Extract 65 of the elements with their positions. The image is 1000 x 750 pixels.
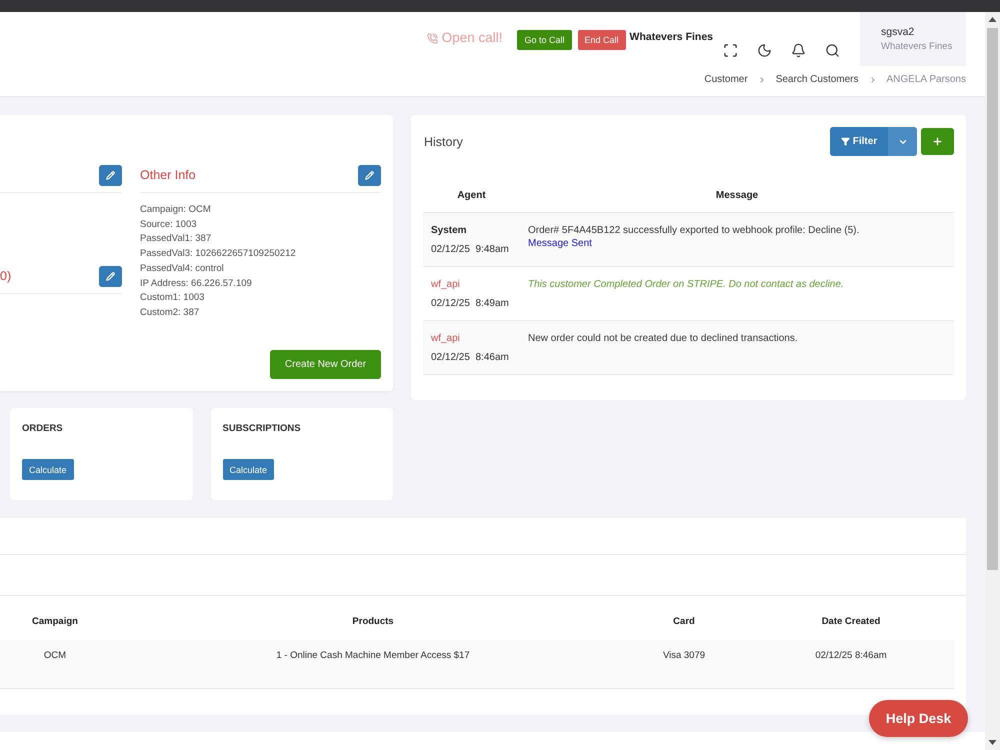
column-header: Campaign <box>31 616 79 628</box>
info-line: Custom2: 387 <box>140 306 200 320</box>
message-text: New order could not be created due to declined transactions. <box>528 332 798 345</box>
info-line: IP Address: 66.226.57.109 <box>140 276 253 291</box>
column-header: Message <box>714 190 760 201</box>
table-cell-text: 1 - Online Cash Machine Member Access $17 <box>275 650 471 663</box>
info-line: PassedVal4: control <box>140 262 225 276</box>
moon-icon[interactable] <box>757 43 772 58</box>
table-cell-text: OCM <box>42 650 68 663</box>
pencil-icon <box>106 171 115 180</box>
call-status-text: Open call! <box>442 31 502 45</box>
agent-name: System <box>431 224 468 237</box>
stat-title: ORDERS <box>22 423 63 434</box>
pencil-icon <box>106 272 115 281</box>
timestamp: 02/12/25 8:46am <box>431 351 510 364</box>
chevron-icon <box>758 76 766 84</box>
column-header: Products <box>351 616 395 628</box>
fullscreen-icon[interactable] <box>723 43 738 58</box>
timestamp: 02/12/25 8:49am <box>431 297 510 310</box>
section-title: Other Info <box>140 168 196 183</box>
add-button[interactable] <box>921 128 954 155</box>
plus-icon <box>932 136 943 147</box>
info-line: PassedVal1: 387 <box>140 232 212 246</box>
breadcrumb-item[interactable]: Search Customers <box>776 74 859 86</box>
info-line: PassedVal3: 1026622657109250212 <box>140 247 297 262</box>
filter-button[interactable]: Filter <box>830 127 888 156</box>
info-line: Campaign: OCM <box>140 203 212 217</box>
chevron-icon <box>868 76 877 84</box>
history-title: History <box>423 134 463 148</box>
info-line: Custom1: 1003 <box>140 291 206 306</box>
calculate-button[interactable]: Calculate <box>22 459 74 480</box>
table-cell-text: 02/12/25 8:46am <box>814 650 888 663</box>
column-header: Date Created <box>820 616 882 628</box>
breadcrumb-item: ANGELA Parsons <box>886 74 966 86</box>
section-title: 0) <box>0 269 12 284</box>
pencil-icon <box>365 171 374 180</box>
column-header: Card <box>672 616 696 628</box>
column-header: Agent <box>456 190 487 201</box>
search-icon[interactable] <box>825 43 840 58</box>
table-cell-text: Visa 3079 <box>662 650 706 663</box>
edit-button[interactable] <box>99 266 122 287</box>
user-name: sgsva2 <box>881 26 916 38</box>
go-to-call-button[interactable]: Go to Call <box>517 30 572 50</box>
breadcrumb-item[interactable]: Customer <box>704 74 748 86</box>
end-call-button[interactable]: End Call <box>578 30 626 50</box>
bell-icon[interactable] <box>791 43 806 58</box>
message-text: Order# 5F4A45B122 successfully exported to webhook profile: Decline (5). <box>528 224 860 237</box>
message-link[interactable]: Message Sent <box>528 237 592 251</box>
user-company: Whatevers Fines <box>881 41 954 53</box>
phone-icon <box>426 32 438 44</box>
edit-button[interactable] <box>99 165 122 186</box>
scrollbar[interactable] <box>985 12 1000 750</box>
scrollbar-thumb[interactable] <box>987 28 998 570</box>
user-menu[interactable]: sgsva2 Whatevers Fines <box>860 12 966 66</box>
stat-title: SUBSCRIPTIONS <box>222 423 301 434</box>
create-order-button[interactable]: Create New Order <box>270 350 381 379</box>
message-text: This customer Completed Order on STRIPE. Do not contact as decline. <box>528 278 844 291</box>
timestamp: 02/12/25 9:48am <box>431 243 510 256</box>
calculate-button[interactable]: Calculate <box>222 459 274 480</box>
funnel-icon <box>840 137 850 146</box>
help-desk-button[interactable]: Help Desk <box>869 700 968 737</box>
agent-name: wf_api <box>431 278 461 291</box>
edit-button[interactable] <box>358 165 381 186</box>
agent-name: wf_api <box>431 332 461 345</box>
info-line: Source: 1003 <box>140 218 198 232</box>
